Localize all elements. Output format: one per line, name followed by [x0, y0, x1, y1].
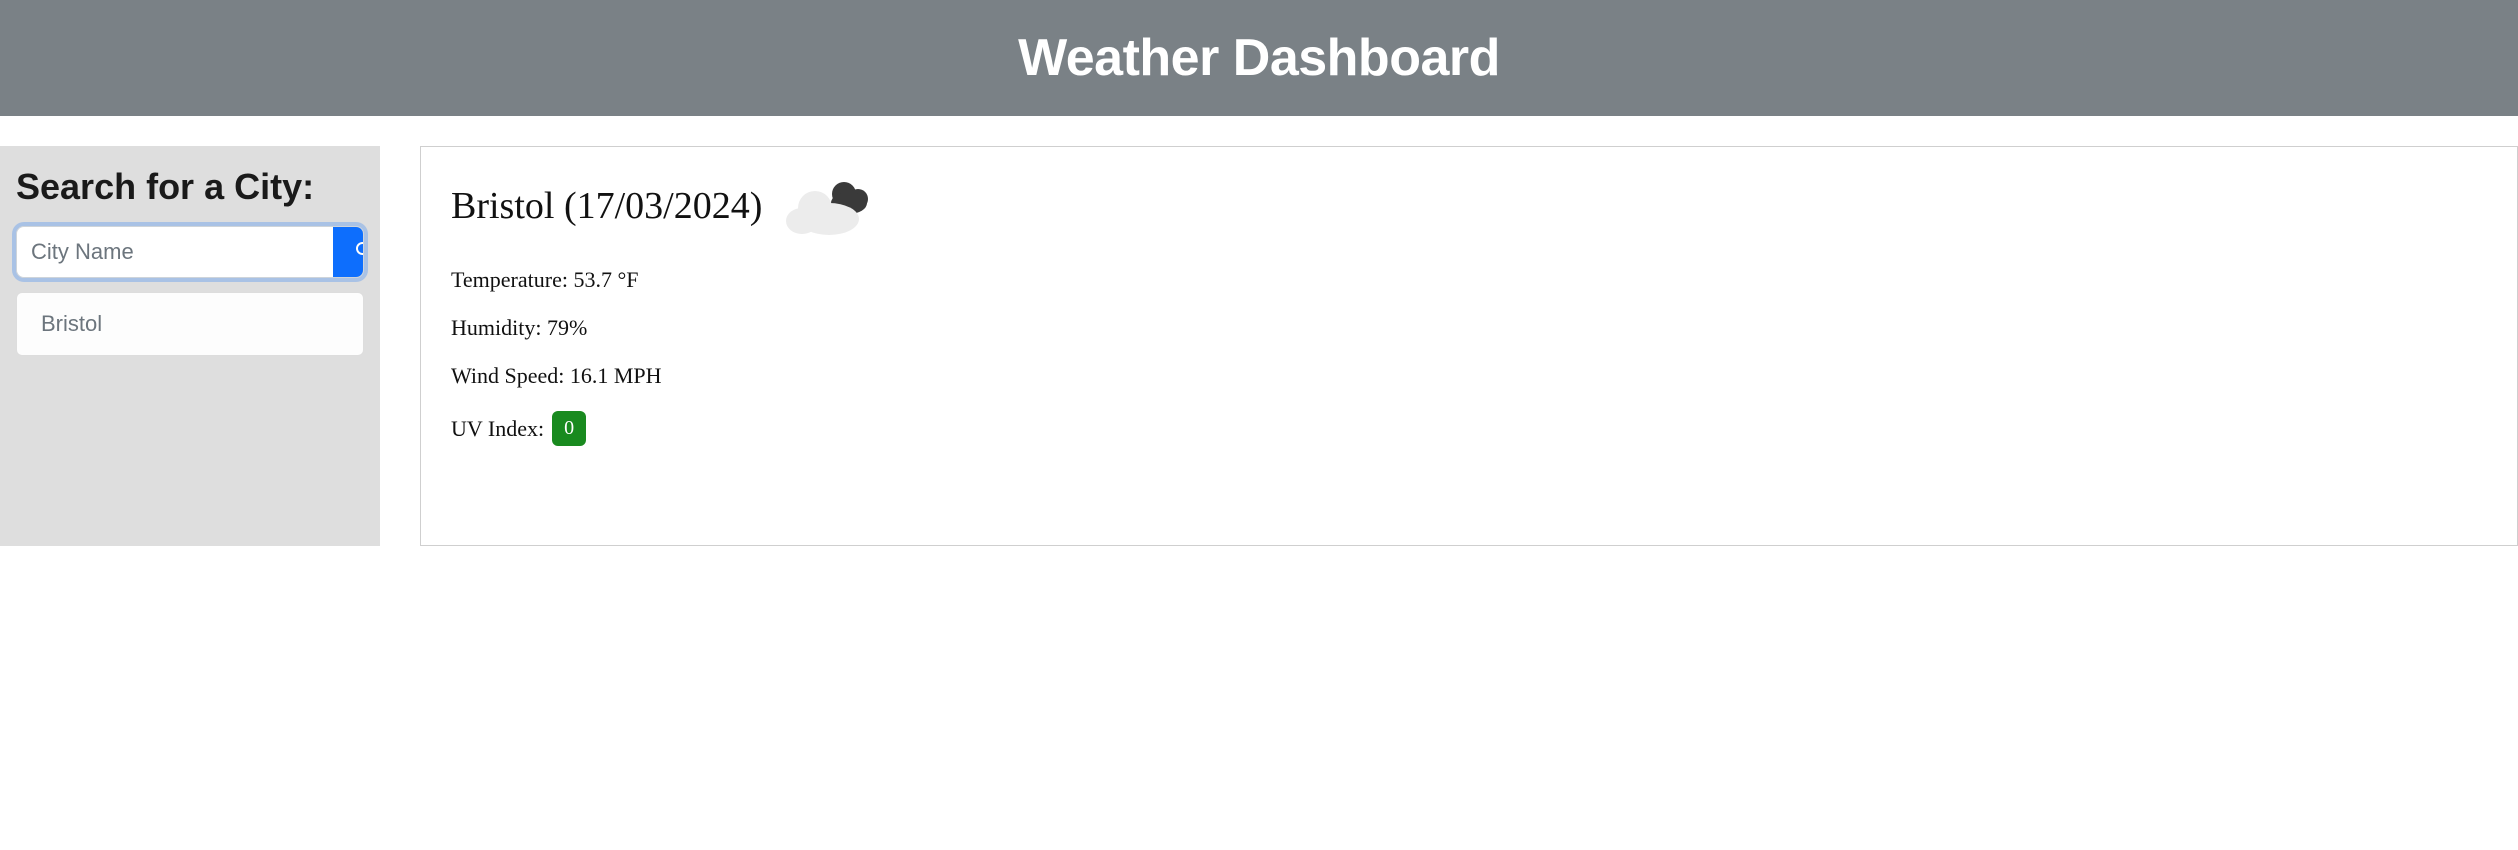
wind-line: Wind Speed: 16.1 MPH — [451, 363, 2487, 389]
main-container: Search for a City: Bristol Bristol (17/0… — [0, 116, 2518, 546]
weather-details: Temperature: 53.7 °F Humidity: 79% Wind … — [451, 267, 2487, 446]
cloud-icon — [782, 175, 874, 237]
sidebar: Search for a City: Bristol — [0, 146, 380, 546]
temperature-line: Temperature: 53.7 °F — [451, 267, 2487, 293]
history-item-bristol[interactable]: Bristol — [16, 292, 364, 356]
weather-panel: Bristol (17/03/2024) Temperature: 53.7 °… — [420, 146, 2518, 546]
search-group — [16, 226, 364, 278]
search-button[interactable] — [333, 227, 364, 277]
city-search-input[interactable] — [17, 227, 333, 277]
uv-index-line: UV Index: 0 — [451, 411, 2487, 446]
humidity-line: Humidity: 79% — [451, 315, 2487, 341]
uv-label: UV Index: — [451, 416, 544, 442]
page-title: Weather Dashboard — [0, 28, 2518, 88]
app-header: Weather Dashboard — [0, 0, 2518, 116]
uv-badge: 0 — [552, 411, 586, 446]
city-heading: Bristol (17/03/2024) — [451, 184, 762, 228]
city-heading-row: Bristol (17/03/2024) — [451, 175, 2487, 237]
search-icon — [353, 239, 364, 266]
search-section-title: Search for a City: — [16, 166, 364, 208]
